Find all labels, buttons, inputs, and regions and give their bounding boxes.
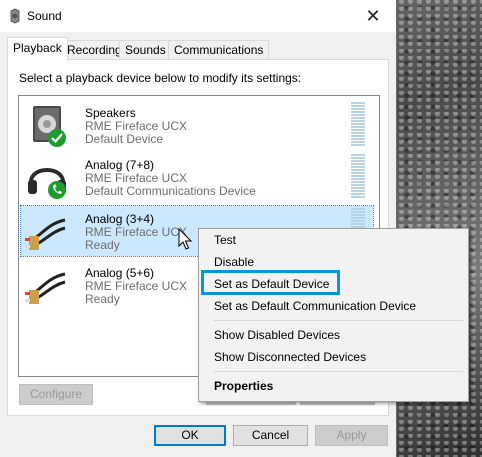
meter-segment — [351, 220, 365, 222]
device-driver: RME Fireface UCX — [85, 225, 188, 239]
meter-segment — [351, 214, 365, 216]
meter-segment — [351, 141, 365, 143]
tab-playback[interactable]: Playback — [7, 37, 68, 61]
device-status: Default Communications Device — [85, 184, 256, 198]
menu-item-show-disconnected-devices[interactable]: Show Disconnected Devices — [199, 346, 468, 368]
meter-segment — [351, 114, 365, 116]
meter-segment — [351, 223, 365, 225]
menu-separator — [214, 371, 463, 372]
volume-meter — [351, 102, 365, 148]
device-name: Analog (7+8) — [85, 158, 155, 172]
sound-app-icon — [10, 8, 20, 24]
device-status: Ready — [85, 238, 120, 252]
meter-segment — [351, 157, 365, 159]
meter-segment — [351, 108, 365, 110]
mouse-cursor-icon — [178, 228, 193, 250]
meter-segment — [351, 129, 365, 131]
cancel-button[interactable]: Cancel — [233, 425, 308, 446]
meter-segment — [351, 196, 365, 198]
tab-communications[interactable]: Communications — [168, 40, 270, 60]
meter-segment — [351, 184, 365, 186]
meter-segment — [351, 123, 365, 125]
device-item-speakers[interactable]: Speakers RME Fireface UCX Default Device — [21, 100, 373, 150]
meter-segment — [351, 217, 365, 219]
device-status: Default Device — [85, 132, 164, 146]
menu-item-disable[interactable]: Disable — [199, 251, 468, 273]
meter-segment — [351, 208, 365, 210]
speaker-icon — [33, 106, 66, 147]
headphones-icon — [28, 168, 66, 199]
device-name: Speakers — [85, 106, 136, 120]
rca-cable-icon — [25, 272, 66, 304]
meter-segment — [351, 144, 365, 146]
meter-segment — [351, 172, 365, 174]
meter-segment — [351, 175, 365, 177]
device-name: Analog (3+4) — [85, 212, 155, 226]
meter-segment — [351, 166, 365, 168]
meter-segment — [351, 132, 365, 134]
menu-item-set-default-device[interactable]: Set as Default Device — [199, 273, 468, 295]
meter-segment — [351, 117, 365, 119]
menu-item-test[interactable]: Test — [199, 229, 468, 251]
context-menu: Test Disable Set as Default Device Set a… — [198, 228, 469, 402]
menu-item-show-disabled-devices[interactable]: Show Disabled Devices — [199, 324, 468, 346]
meter-segment — [351, 181, 365, 183]
meter-segment — [351, 190, 365, 192]
volume-meter — [351, 154, 365, 200]
title-bar[interactable]: Sound ✕ — [0, 0, 396, 32]
meter-segment — [351, 193, 365, 195]
meter-segment — [351, 111, 365, 113]
device-status: Ready — [85, 292, 120, 306]
meter-segment — [351, 178, 365, 180]
meter-segment — [351, 105, 365, 107]
meter-segment — [351, 163, 365, 165]
tab-recording[interactable]: Recording — [61, 40, 128, 60]
tab-sounds[interactable]: Sounds — [119, 40, 172, 60]
menu-separator — [214, 320, 463, 321]
close-button[interactable]: ✕ — [350, 0, 396, 32]
meter-segment — [351, 154, 365, 156]
device-driver: RME Fireface UCX — [85, 119, 188, 133]
device-driver: RME Fireface UCX — [85, 279, 188, 293]
meter-segment — [351, 102, 365, 104]
apply-button[interactable]: Apply — [315, 425, 388, 446]
meter-segment — [351, 126, 365, 128]
window-title: Sound — [27, 9, 62, 23]
meter-segment — [351, 211, 365, 213]
instruction-text: Select a playback device below to modify… — [19, 71, 302, 85]
menu-item-set-default-communication-device[interactable]: Set as Default Communication Device — [199, 295, 468, 317]
meter-segment — [351, 160, 365, 162]
meter-segment — [351, 187, 365, 189]
device-driver: RME Fireface UCX — [85, 171, 188, 185]
close-icon: ✕ — [365, 6, 381, 26]
configure-button[interactable]: Configure — [19, 384, 93, 405]
menu-item-properties[interactable]: Properties — [199, 375, 468, 397]
ok-button[interactable]: OK — [154, 425, 226, 446]
device-name: Analog (5+6) — [85, 266, 155, 280]
meter-segment — [351, 135, 365, 137]
rca-cable-icon — [25, 218, 66, 250]
meter-segment — [351, 169, 365, 171]
meter-segment — [351, 138, 365, 140]
device-item-analog-7-8[interactable]: Analog (7+8) RME Fireface UCX Default Co… — [21, 152, 373, 202]
meter-segment — [351, 120, 365, 122]
